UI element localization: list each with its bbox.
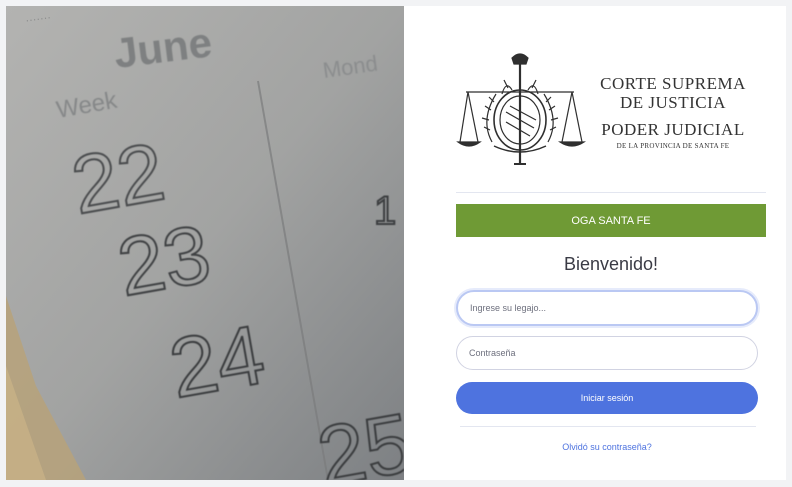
welcome-title: Bienvenido! — [563, 254, 659, 274]
divider-bottom — [460, 426, 756, 427]
calendar-week-label: Week — [54, 87, 120, 124]
institution-name: CORTE SUPREMA DE JUSTICIA PODER JUDICIAL… — [588, 74, 758, 151]
logo-line-1: CORTE SUPREMA — [600, 74, 746, 93]
oga-banner-label: OGA SANTA FE — [571, 214, 651, 227]
calendar-photo: ······· June Week Mond 22 23 24 25 1 — [6, 6, 404, 480]
calendar-day-fragment: 1 — [374, 189, 396, 233]
coat-of-arms-icon — [456, 53, 586, 165]
login-card: ······· June Week Mond 22 23 24 25 1 COR… — [6, 6, 786, 480]
logo-line-4: DE LA PROVINCIA DE SANTA FE — [616, 142, 730, 150]
login-panel: CORTE SUPREMA DE JUSTICIA PODER JUDICIAL… — [404, 6, 786, 480]
legajo-placeholder: Ingrese su legajo... — [470, 303, 547, 313]
oga-banner: OGA SANTA FE — [456, 204, 766, 237]
logo-line-3: PODER JUDICIAL — [601, 120, 745, 139]
legajo-input[interactable]: Ingrese su legajo... — [456, 290, 758, 326]
calendar-week-23: 23 — [111, 208, 217, 313]
calendar-week-24: 24 — [163, 307, 271, 416]
logo: CORTE SUPREMA DE JUSTICIA PODER JUDICIAL… — [456, 50, 756, 180]
calendar-month: June — [111, 18, 214, 77]
login-button[interactable]: Iniciar sesión — [456, 382, 758, 414]
password-input[interactable]: Contraseña — [456, 336, 758, 370]
calendar-week-25: 25 — [311, 395, 404, 480]
password-placeholder: Contraseña — [469, 348, 516, 358]
login-button-label: Iniciar sesión — [580, 393, 634, 403]
forgot-password-link[interactable]: Olvidó su contraseña? — [456, 442, 758, 452]
divider-top — [456, 192, 766, 193]
logo-line-2: DE JUSTICIA — [619, 93, 727, 112]
calendar-day-label: Mond — [321, 51, 379, 83]
